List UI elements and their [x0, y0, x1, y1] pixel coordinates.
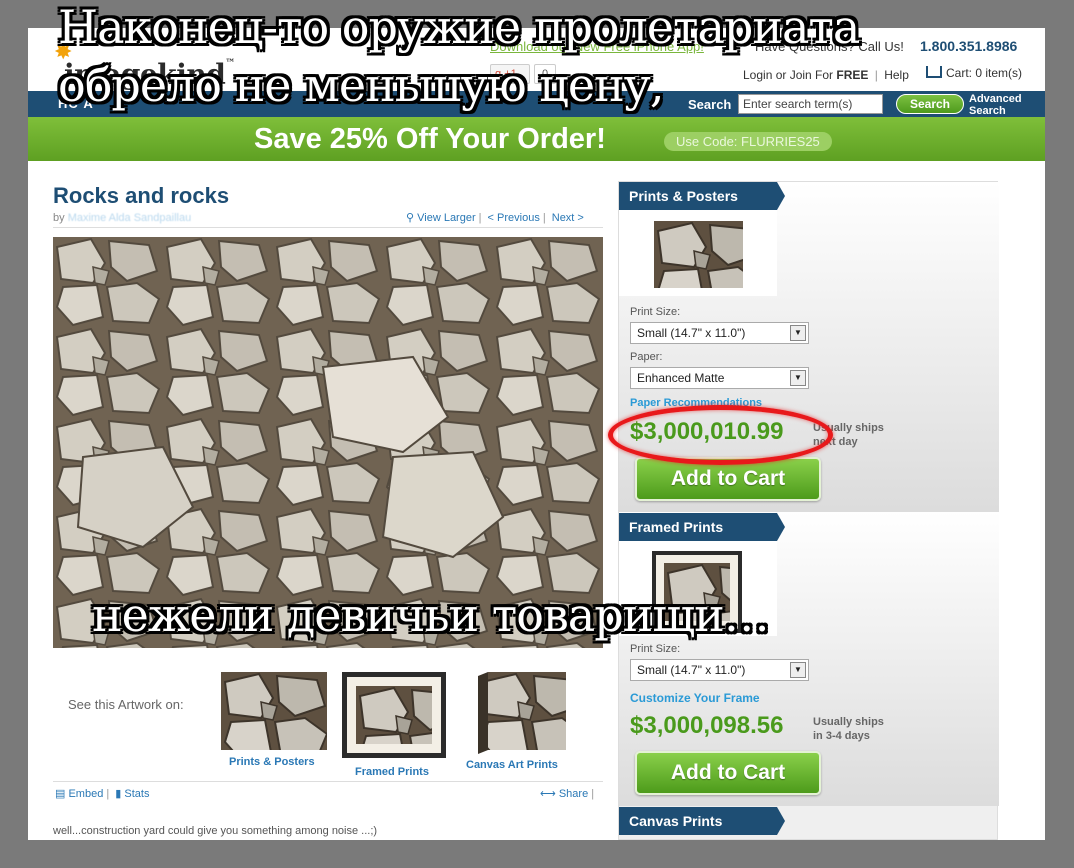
artwork-title: Rocks and rocks: [53, 183, 230, 208]
promo-code: Use Code: FLURRIES25: [664, 132, 832, 151]
thumb-framed-prints[interactable]: [342, 672, 446, 758]
help-link[interactable]: Help: [884, 68, 909, 82]
thumb-caption-canvas[interactable]: Canvas Art Prints: [466, 759, 558, 771]
prints-thumb[interactable]: [654, 221, 743, 288]
purchase-panel: Prints & Posters Print Size: Small (14.7…: [618, 181, 999, 840]
share-icon: ⟷: [540, 788, 556, 800]
search-input[interactable]: [738, 94, 883, 114]
paper-select[interactable]: Enhanced Matte ▼: [630, 367, 809, 389]
artist-link[interactable]: Maxime Alda Sandpaillau: [68, 212, 192, 224]
search-label: Search: [688, 97, 732, 112]
artwork-nav: ⚲ View Larger | < Previous | Next >: [406, 212, 584, 224]
search-button[interactable]: Search: [896, 94, 964, 114]
see-artwork-label: See this Artwork on:: [68, 697, 184, 712]
chevron-down-icon: ▼: [790, 662, 806, 678]
thumb-caption-framed[interactable]: Framed Prints: [355, 766, 429, 778]
meme-caption-top-1: Наконец-то оружие пролетариата: [58, 0, 860, 54]
promo-text: Save 25% Off Your Order!: [254, 123, 606, 155]
print-size-label: Print Size:: [630, 306, 681, 318]
previous-link[interactable]: < Previous: [488, 212, 540, 224]
customize-frame-link[interactable]: Customize Your Frame: [630, 691, 760, 705]
framed-prints-header: Framed Prints: [619, 513, 785, 541]
divider: [53, 227, 603, 228]
add-to-cart-button[interactable]: Add to Cart: [635, 751, 821, 795]
view-larger-link[interactable]: ⚲ View Larger: [406, 212, 476, 224]
stats-icon: ▮: [115, 788, 122, 800]
paper-label: Paper:: [630, 351, 663, 363]
next-link[interactable]: Next >: [552, 212, 584, 224]
thumb-caption-prints[interactable]: Prints & Posters: [229, 756, 315, 768]
embed-link[interactable]: ▤ Embed: [55, 788, 103, 800]
stats-link[interactable]: ▮ Stats: [115, 788, 149, 800]
meme-caption-top-2: обрело не меньшую цену,: [58, 58, 664, 112]
prints-posters-header: Prints & Posters: [619, 182, 785, 210]
advanced-search-link[interactable]: Advanced Search: [969, 93, 1022, 117]
comment-text: well...construction yard could give you …: [53, 825, 378, 837]
thumb-prints-posters[interactable]: [221, 672, 327, 750]
print-size-select[interactable]: Small (14.7" x 11.0") ▼: [630, 322, 809, 344]
page: ✸ imagekind™ Download our New Free iPhon…: [28, 28, 1045, 840]
login-join-link[interactable]: Login or Join For FREE: [743, 68, 868, 82]
thumb-canvas-prints[interactable]: [478, 672, 566, 754]
cart-icon: [926, 66, 942, 78]
framed-price: $3,000,098.56: [630, 712, 784, 739]
embed-icon: ▤: [55, 788, 66, 800]
login-area: Login or Join For FREE | Help: [743, 68, 909, 82]
divider: [53, 781, 603, 782]
cart-link[interactable]: Cart: 0 item(s): [926, 66, 1022, 80]
chevron-down-icon: ▼: [790, 325, 806, 341]
framed-shipping: Usually ships in 3-4 days: [813, 716, 884, 742]
magnify-icon: ⚲: [406, 212, 415, 224]
artwork-tools: ▤ Embed | ▮ Stats: [55, 788, 150, 800]
share-link[interactable]: ⟷ Share |: [540, 787, 594, 800]
cart-text: Cart: 0 item(s): [946, 66, 1023, 80]
framed-print-size-select[interactable]: Small (14.7" x 11.0") ▼: [630, 659, 809, 681]
artwork-byline: by Maxime Alda Sandpaillau: [53, 212, 192, 224]
highlight-ellipse: [608, 405, 833, 465]
chevron-down-icon: ▼: [790, 370, 806, 386]
framed-print-size-label: Print Size:: [630, 643, 681, 655]
phone-number: 1.800.351.8986: [920, 38, 1018, 54]
promo-banner[interactable]: Save 25% Off Your Order! Use Code: FLURR…: [28, 117, 1045, 161]
meme-caption-bottom: нежели девичьи товарищи…: [92, 588, 770, 642]
artwork-image[interactable]: [53, 237, 603, 648]
canvas-prints-header: Canvas Prints: [619, 807, 785, 835]
